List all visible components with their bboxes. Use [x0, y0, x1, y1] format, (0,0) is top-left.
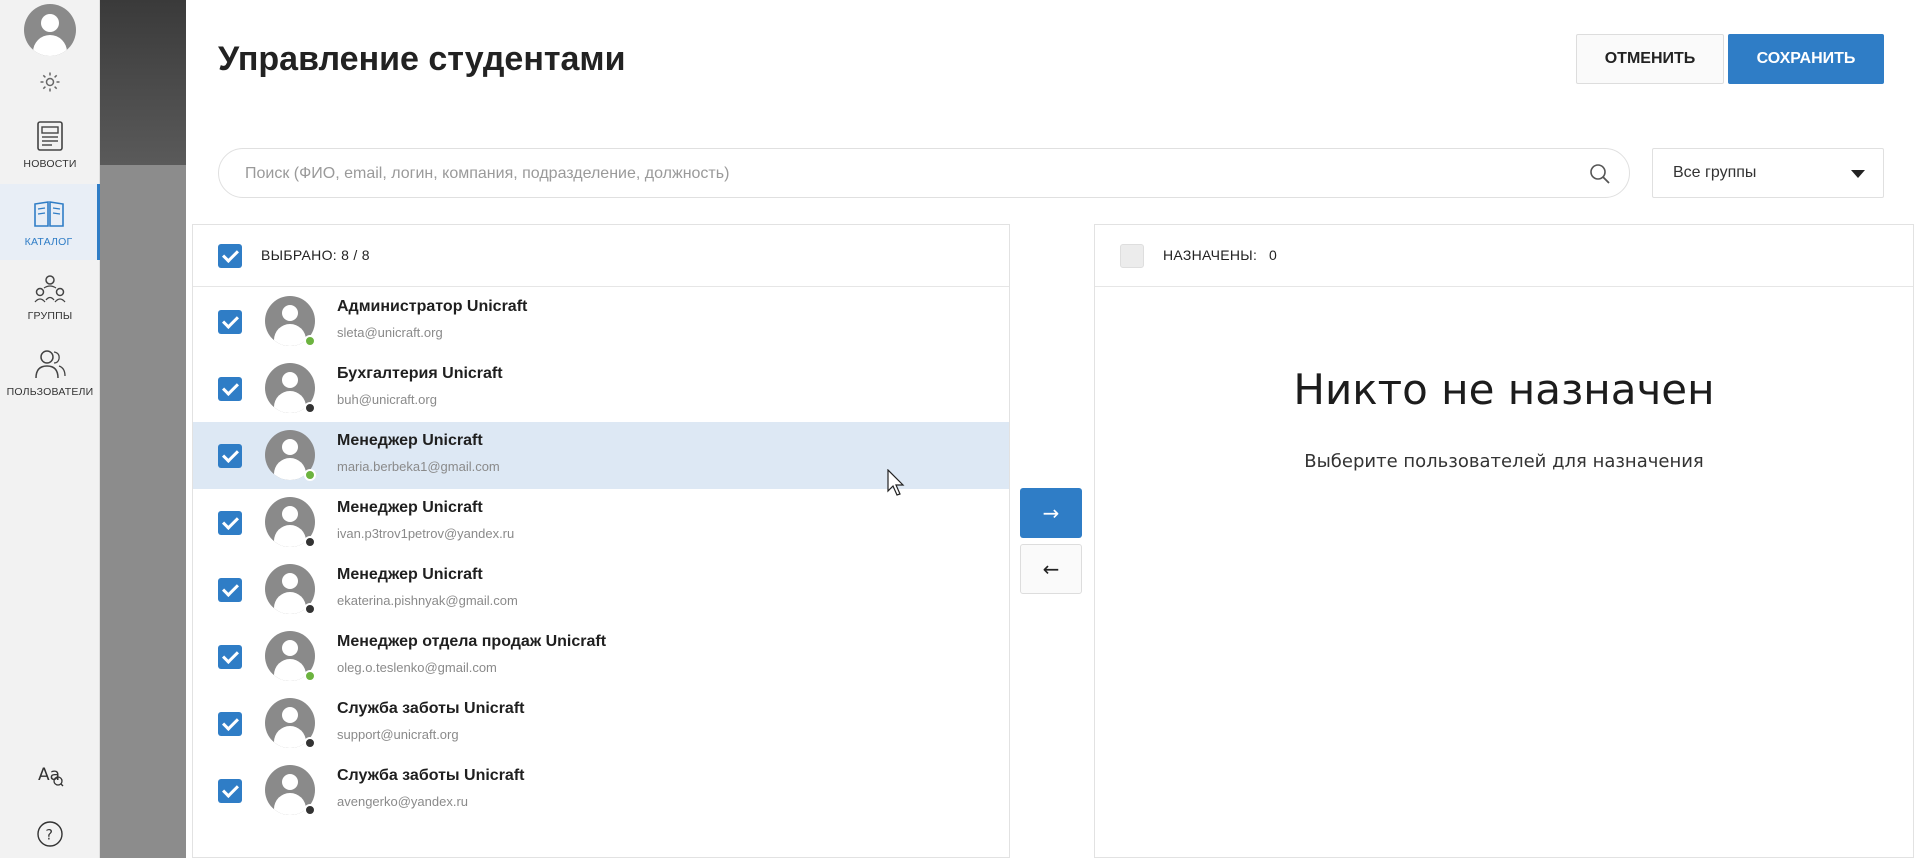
status-indicator: [304, 737, 316, 749]
user-email: support@unicraft.org: [337, 727, 459, 742]
groups-icon: [34, 275, 66, 303]
status-indicator: [304, 402, 316, 414]
page-title: Управление студентами: [218, 40, 626, 78]
user-checkbox[interactable]: [218, 310, 242, 334]
user-checkbox[interactable]: [218, 444, 242, 468]
user-checkbox[interactable]: [218, 511, 242, 535]
nav-item-news[interactable]: НОВОСТИ: [0, 118, 100, 190]
nav-item-label: ПОЛЬЗОВАТЕЛИ: [6, 386, 94, 398]
svg-text:Aa: Aa: [38, 765, 60, 785]
nav-item-groups[interactable]: ГРУППЫ: [0, 270, 100, 342]
users-icon: [35, 350, 66, 379]
assigned-label: НАЗНАЧЕНЫ:: [1163, 247, 1258, 263]
user-email: sleta@unicraft.org: [337, 325, 443, 340]
user-email: buh@unicraft.org: [337, 392, 437, 407]
user-row[interactable]: Менеджер Unicraft ekaterina.pishnyak@gmai…: [193, 556, 1009, 623]
assign-button[interactable]: →: [1020, 488, 1082, 538]
nav-item-catalog[interactable]: КАТАЛОГ: [0, 184, 100, 260]
user-name: Бухгалтерия Unicraft: [337, 365, 503, 382]
mouse-cursor-icon: [887, 469, 905, 496]
user-email: oleg.o.teslenko@gmail.com: [337, 660, 497, 675]
user-name: Служба заботы Unicraft: [337, 700, 525, 717]
user-name: Менеджер Unicraft: [337, 432, 483, 449]
user-name: Менеджер Unicraft: [337, 499, 483, 516]
unassign-button[interactable]: ←: [1020, 544, 1082, 594]
help-icon[interactable]: ?: [36, 820, 64, 848]
group-filter-value: Все группы: [1673, 164, 1757, 181]
empty-state-title: Никто не назначен: [1293, 365, 1715, 414]
user-checkbox[interactable]: [218, 578, 242, 602]
user-checkbox[interactable]: [218, 779, 242, 803]
user-name: Менеджер отдела продаж Unicraft: [337, 633, 607, 650]
status-indicator: [304, 804, 316, 816]
user-email: ivan.p3trov1petrov@yandex.ru: [337, 526, 515, 541]
catalog-icon: [33, 201, 64, 227]
user-row[interactable]: Администратор Unicraft sleta@unicraft.org: [193, 288, 1009, 355]
status-indicator: [304, 670, 316, 682]
main-nav: НОВОСТИ КАТАЛОГ ГРУППЫ ПОЛЬЗОВАТЕЛИ Aa ?: [0, 0, 100, 858]
gear-icon[interactable]: [38, 70, 62, 94]
status-indicator: [304, 536, 316, 548]
svg-text:?: ?: [46, 828, 53, 844]
nav-item-label: ГРУППЫ: [27, 310, 73, 322]
assigned-count: 0: [1269, 247, 1278, 263]
user-row[interactable]: Служба заботы Unicraft avengerko@yandex.r…: [193, 757, 1009, 824]
user-name: Служба заботы Unicraft: [337, 767, 525, 784]
status-indicator: [304, 469, 316, 481]
user-row[interactable]: Менеджер Unicraft ivan.p3trov1petrov@yand…: [193, 489, 1009, 556]
nav-item-label: КАТАЛОГ: [24, 236, 73, 248]
user-email: ekaterina.pishnyak@gmail.com: [337, 593, 518, 608]
user-row[interactable]: Служба заботы Unicraft support@unicraft.o…: [193, 690, 1009, 757]
select-all-checkbox[interactable]: [218, 244, 242, 268]
cancel-button[interactable]: ОТМЕНИТЬ: [1576, 34, 1724, 84]
nav-item-users[interactable]: ПОЛЬЗОВАТЕЛИ: [0, 346, 100, 418]
background-overlay: [100, 0, 186, 858]
user-checkbox[interactable]: [218, 377, 242, 401]
user-avatar[interactable]: [24, 4, 76, 56]
caret-down-icon: [1851, 170, 1865, 178]
user-email: maria.berbeka1@gmail.com: [337, 459, 500, 474]
user-checkbox[interactable]: [218, 712, 242, 736]
search-bar: [218, 148, 1630, 198]
available-users-list: ВЫБРАНО: 8 / 8 Администратор Unicraft sle…: [192, 224, 1010, 858]
user-name: Менеджер Unicraft: [337, 566, 483, 583]
nav-item-label: НОВОСТИ: [23, 158, 77, 170]
news-icon: [37, 121, 63, 151]
empty-state-subtitle: Выберите пользователей для назначения: [1304, 451, 1704, 472]
selected-count-label: ВЫБРАНО: 8 / 8: [261, 247, 370, 263]
status-indicator: [304, 603, 316, 615]
user-row[interactable]: Бухгалтерия Unicraft buh@unicraft.org: [193, 355, 1009, 422]
user-email: avengerko@yandex.ru: [337, 794, 468, 809]
search-icon[interactable]: [1589, 163, 1611, 185]
user-rows: Администратор Unicraft sleta@unicraft.org…: [193, 288, 1009, 824]
font-size-icon[interactable]: Aa: [36, 760, 64, 788]
list-header: ВЫБРАНО: 8 / 8: [193, 225, 1009, 287]
save-button[interactable]: СОХРАНИТЬ: [1728, 34, 1884, 84]
user-row[interactable]: Менеджер отдела продаж Unicraft oleg.o.te…: [193, 623, 1009, 690]
assigned-users-list: НАЗНАЧЕНЫ: 0 Никто не назначен Выберите …: [1094, 224, 1914, 858]
status-indicator: [304, 335, 316, 347]
group-filter-select[interactable]: Все группы: [1652, 148, 1884, 198]
select-all-assigned-checkbox[interactable]: [1120, 244, 1144, 268]
search-input[interactable]: [245, 162, 1565, 186]
user-checkbox[interactable]: [218, 645, 242, 669]
user-name: Администратор Unicraft: [337, 298, 528, 315]
list-header: НАЗНАЧЕНЫ: 0: [1095, 225, 1913, 287]
student-management-panel: Управление студентами ОТМЕНИТЬ СОХРАНИТЬ…: [186, 0, 1920, 858]
